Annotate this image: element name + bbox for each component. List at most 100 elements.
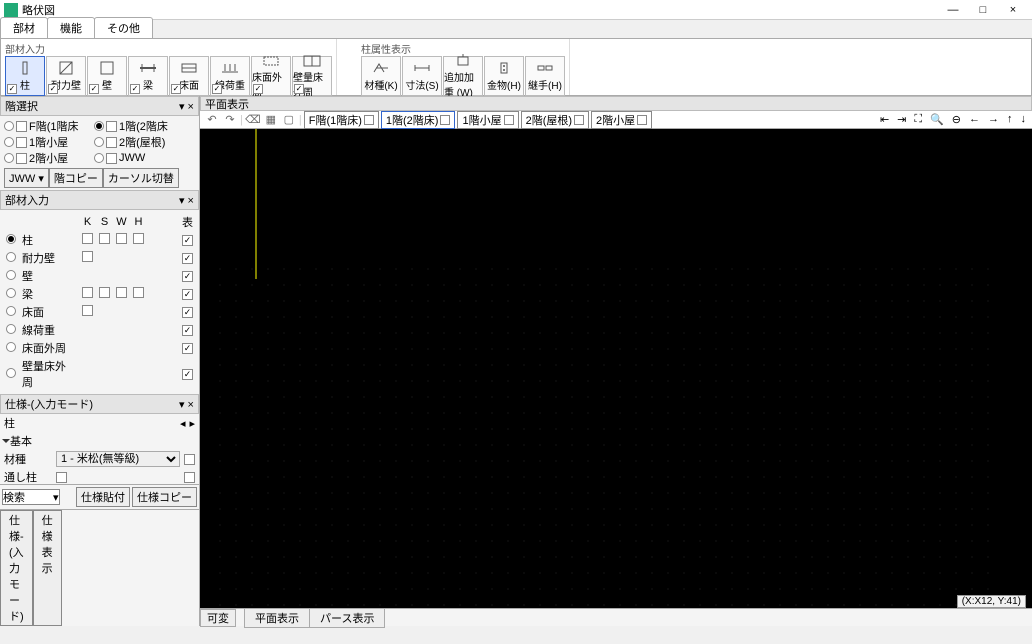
floor-checkbox[interactable]: 1階(2階床 <box>94 118 184 134</box>
bottom-tab-show[interactable]: 仕様表示 <box>33 510 62 626</box>
member-radio[interactable] <box>6 288 16 298</box>
visibility-check[interactable]: ✓ <box>253 84 263 94</box>
floor-tab-check[interactable] <box>574 115 584 125</box>
spec-select[interactable]: 1 - 米松(無等級) <box>56 451 180 467</box>
search-dropdown-icon[interactable]: ▾ <box>53 491 59 504</box>
spec-copy-button[interactable]: 仕様コピー <box>132 487 197 507</box>
member-attr-check[interactable] <box>133 287 144 298</box>
nav-icon[interactable]: ⛶ <box>912 113 924 126</box>
minimize-button[interactable]: — <box>938 4 968 16</box>
nav-icon[interactable]: 🔍 <box>928 113 946 126</box>
nav-icon[interactable]: ⇥ <box>895 113 908 126</box>
visibility-check[interactable]: ✓ <box>212 84 222 94</box>
member-attr-check[interactable] <box>82 287 93 298</box>
undo-icon[interactable]: ↶ <box>204 113 220 126</box>
visibility-check[interactable]: ✓ <box>7 84 17 94</box>
member-radio[interactable] <box>6 306 16 316</box>
radio-icon[interactable] <box>4 153 14 163</box>
radio-icon[interactable] <box>94 153 104 163</box>
footer-tab-plan[interactable]: 平面表示 <box>244 608 310 628</box>
member-show-check[interactable] <box>182 307 193 318</box>
delete-icon[interactable]: ⌫ <box>245 113 261 126</box>
member-radio[interactable] <box>6 252 16 262</box>
floor-checkbox[interactable]: F階(1階床 <box>4 118 94 134</box>
nav-icon[interactable]: ⇤ <box>878 113 891 126</box>
collapse-icon[interactable] <box>2 439 10 443</box>
pin-icon[interactable]: ▾ × <box>179 194 194 207</box>
checkbox-icon[interactable] <box>16 153 27 164</box>
nav-icon[interactable]: ↓ <box>1019 113 1029 126</box>
view-floor-tab[interactable]: 1階(2階床) <box>381 111 456 129</box>
addload-btn[interactable]: 追加加重 (W) <box>443 56 483 96</box>
close-button[interactable]: × <box>998 4 1028 16</box>
visibility-check[interactable]: ✓ <box>171 84 181 94</box>
drawing-canvas[interactable]: X1X2X3X4X5X6X7X8X9X10X11X12-1Y0Y131Y2Y33… <box>200 129 1032 608</box>
size-btn[interactable]: 寸法(S) <box>402 56 442 96</box>
beam-btn[interactable]: 梁✓ <box>128 56 168 96</box>
member-show-check[interactable] <box>182 235 193 246</box>
radio-icon[interactable] <box>94 137 104 147</box>
visibility-check[interactable]: ✓ <box>48 84 58 94</box>
nav-icon[interactable]: ⊖ <box>950 113 963 126</box>
member-attr-check[interactable] <box>99 287 110 298</box>
tab-member[interactable]: 部材 <box>0 17 48 38</box>
member-show-check[interactable] <box>182 369 193 380</box>
matkind-btn[interactable]: 材種(K) <box>361 56 401 96</box>
arrow-right-icon[interactable]: ▸ <box>189 417 195 430</box>
view-floor-tab[interactable]: 2階小屋 <box>591 111 652 129</box>
member-show-check[interactable] <box>182 325 193 336</box>
rect-icon[interactable]: ▢ <box>281 113 297 126</box>
bottom-tab-input[interactable]: 仕様-(入力モード) <box>0 510 33 626</box>
tab-function[interactable]: 機能 <box>47 17 95 38</box>
floor-tab-check[interactable] <box>440 115 450 125</box>
search-input[interactable] <box>3 490 53 504</box>
checkbox-icon[interactable] <box>16 121 27 132</box>
arrow-left-icon[interactable]: ◂ <box>180 417 186 430</box>
member-show-check[interactable] <box>182 253 193 264</box>
member-attr-check[interactable] <box>116 287 127 298</box>
radio-icon[interactable] <box>4 121 14 131</box>
floor-button[interactable]: カーソル切替 <box>103 168 179 188</box>
col-btn[interactable]: 柱✓ <box>5 56 45 96</box>
shearwall-btn[interactable]: 耐力壁✓ <box>46 56 86 96</box>
radio-icon[interactable] <box>94 121 104 131</box>
footer-tab-pers[interactable]: パース表示 <box>309 608 385 628</box>
tab-other[interactable]: その他 <box>94 17 153 38</box>
lock-check[interactable] <box>184 472 195 483</box>
floor-checkbox[interactable]: JWW <box>94 150 184 166</box>
checkbox-icon[interactable] <box>16 137 27 148</box>
spec-check[interactable] <box>56 472 67 483</box>
visibility-check[interactable]: ✓ <box>294 84 304 94</box>
floor-checkbox[interactable]: 2階小屋 <box>4 150 94 166</box>
member-attr-check[interactable] <box>116 233 127 244</box>
spec-section-head[interactable]: 基本 <box>0 432 199 450</box>
search-box[interactable]: ▾ <box>2 489 60 505</box>
visibility-check[interactable]: ✓ <box>130 84 140 94</box>
lock-check[interactable] <box>184 454 195 465</box>
member-radio[interactable] <box>6 270 16 280</box>
member-show-check[interactable] <box>182 343 193 354</box>
floor-checkbox[interactable]: 1階小屋 <box>4 134 94 150</box>
floor-btn[interactable]: 床面✓ <box>169 56 209 96</box>
member-attr-check[interactable] <box>82 305 93 316</box>
member-attr-check[interactable] <box>133 233 144 244</box>
pin-icon[interactable]: ▾ × <box>179 398 194 411</box>
radio-icon[interactable] <box>4 137 14 147</box>
spec-paste-button[interactable]: 仕様貼付 <box>76 487 130 507</box>
checkbox-icon[interactable] <box>106 137 117 148</box>
nav-icon[interactable]: ← <box>967 113 982 126</box>
member-radio[interactable] <box>6 368 16 378</box>
grid-icon[interactable]: ▦ <box>263 113 279 126</box>
view-floor-tab[interactable]: 2階(屋根) <box>521 111 589 129</box>
view-floor-tab[interactable]: 1階小屋 <box>457 111 518 129</box>
floor-tab-check[interactable] <box>504 115 514 125</box>
wallfloor-btn[interactable]: 壁量床外周✓ <box>292 56 332 96</box>
floor-tab-check[interactable] <box>364 115 374 125</box>
checkbox-icon[interactable] <box>106 153 117 164</box>
member-attr-check[interactable] <box>99 233 110 244</box>
visibility-check[interactable]: ✓ <box>89 84 99 94</box>
member-radio[interactable] <box>6 324 16 334</box>
maximize-button[interactable]: □ <box>968 4 998 16</box>
view-floor-tab[interactable]: F階(1階床) <box>304 111 379 129</box>
member-attr-check[interactable] <box>82 233 93 244</box>
